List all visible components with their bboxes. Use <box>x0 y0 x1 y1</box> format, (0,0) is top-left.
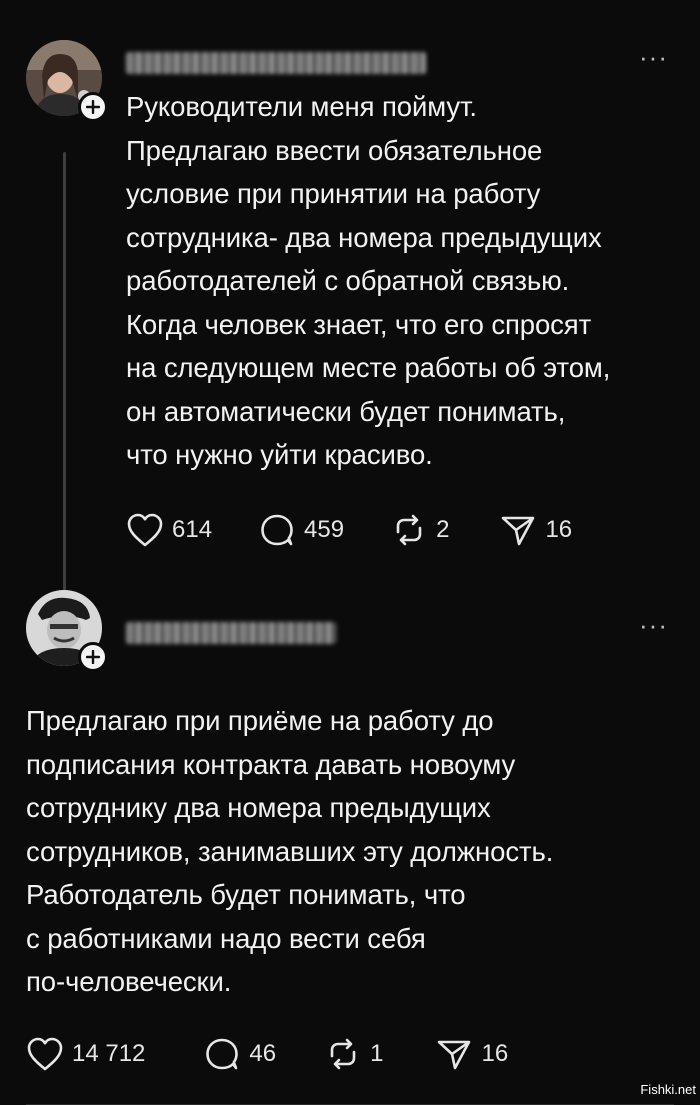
post-actions: 14 712 46 1 16 <box>26 1034 508 1074</box>
username-blurred[interactable] <box>126 622 336 644</box>
like-count: 14 712 <box>72 1040 146 1067</box>
post-text: Предлагаю при приёме на работу до подпис… <box>26 705 554 997</box>
send-icon <box>438 1040 471 1070</box>
heart-icon <box>27 1037 63 1071</box>
repost-button[interactable]: 1 <box>324 1036 383 1072</box>
reply-count: 46 <box>249 1040 277 1067</box>
repost-count: 1 <box>370 1040 384 1067</box>
follow-plus-button[interactable] <box>78 642 108 672</box>
post-2: ··· Предлагаю при приёме на работу до по… <box>0 0 700 1105</box>
like-button[interactable]: 14 712 <box>26 1036 145 1072</box>
reply-button[interactable]: 46 <box>203 1036 276 1072</box>
repost-icon <box>330 1038 356 1070</box>
author-avatar-2[interactable] <box>26 590 108 672</box>
share-button[interactable]: 16 <box>435 1036 508 1072</box>
more-options-button[interactable]: ··· <box>639 612 668 638</box>
share-count: 16 <box>481 1040 509 1067</box>
watermark: Fishki.net <box>640 1082 696 1097</box>
comment-icon <box>206 1038 239 1070</box>
plus-icon <box>86 650 100 664</box>
